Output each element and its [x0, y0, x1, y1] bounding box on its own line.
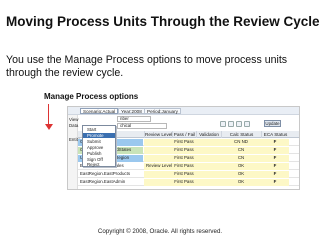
callout-arrow: [44, 124, 53, 130]
row-validation: [196, 155, 221, 162]
row-review-level: [144, 147, 172, 154]
toolbar-icon-2[interactable]: [228, 121, 234, 127]
row-validation: [196, 147, 221, 154]
row-calc-status: OK: [221, 163, 261, 170]
toolbar-icon-1[interactable]: [220, 121, 226, 127]
row-eca-status: F: [261, 179, 289, 186]
row-eca-status: F: [261, 139, 289, 146]
row-eca-status: F: [261, 163, 289, 170]
row-calc-status: CN ND: [221, 139, 261, 146]
row-pass-fail: First Pass: [172, 139, 196, 146]
col-pass-fail[interactable]: Pass / Fail: [172, 131, 196, 138]
col-eca-status[interactable]: ECA Status: [261, 131, 289, 138]
pov-scenario[interactable]: Scenario:Actual: [80, 108, 119, 114]
row-calc-status: CN: [221, 147, 261, 154]
row-eca-status: F: [261, 171, 289, 178]
row-name: EastRegion.EastProducts: [80, 171, 131, 176]
table-row[interactable]: EastRegion.EastProducts First Pass OK F: [78, 171, 299, 178]
member-field[interactable]: nber: [117, 116, 151, 122]
menu-item-submit[interactable]: Submit: [83, 139, 115, 144]
row-pass-fail: First Pass: [172, 171, 196, 178]
row-validation: [196, 171, 221, 178]
row-calc-status: CN: [221, 155, 261, 162]
row-review-level: [144, 155, 172, 162]
menu-item-reject[interactable]: Reject: [83, 162, 115, 167]
pov-year[interactable]: Year:2008: [118, 108, 145, 114]
menu-item-publish[interactable]: Publish: [83, 151, 115, 156]
row-validation: [196, 163, 221, 170]
row-review-level: [144, 179, 172, 186]
row-validation: [196, 139, 221, 146]
update-button[interactable]: Update: [264, 120, 281, 127]
row-pass-fail: First Pass: [172, 147, 196, 154]
manage-process-menu: Start Promote Submit Approve Publish Sig…: [82, 125, 116, 167]
slide-title: Moving Process Units Through the Review …: [6, 14, 320, 29]
side-label-column: View Data Entity: [68, 115, 80, 189]
toolbar-icon-3[interactable]: [236, 121, 242, 127]
row-calc-status: OK: [221, 171, 261, 178]
col-validation[interactable]: Validation: [196, 131, 221, 138]
pov-bar: Scenario:Actual Year:2008 Period:January: [68, 107, 299, 115]
row-eca-status: F: [261, 155, 289, 162]
row-calc-status: OK: [221, 179, 261, 186]
table-row[interactable]: EastRegion.EastAdmin First Pass OK F: [78, 179, 299, 186]
row-review-level: [144, 139, 172, 146]
app-screenshot: Scenario:Actual Year:2008 Period:January…: [67, 106, 300, 190]
menu-item-promote[interactable]: Promote: [83, 133, 115, 138]
menu-item-approve[interactable]: Approve: [83, 145, 115, 150]
row-name: EastRegion.EastAdmin: [80, 179, 126, 184]
row-pass-fail: First Pass: [172, 179, 196, 186]
col-review-level[interactable]: Review Level: [144, 131, 172, 138]
menu-item-start[interactable]: Start: [83, 127, 115, 132]
toolbar-icon-4[interactable]: [244, 121, 250, 127]
callout-label: Manage Process options: [44, 92, 139, 101]
row-eca-status: F: [261, 147, 289, 154]
row-validation: [196, 179, 221, 186]
row-pass-fail: First Pass: [172, 155, 196, 162]
intro-text: You use the Manage Process options to mo…: [6, 54, 288, 79]
pov-period[interactable]: Period:January: [144, 108, 181, 114]
side-label-view: View: [69, 117, 79, 122]
row-review-level: Review Level 1: [144, 163, 172, 170]
copyright-text: Copyright © 2008, Oracle. All rights res…: [97, 228, 223, 235]
view-field[interactable]: chical: [117, 123, 167, 129]
callout-line: [48, 104, 49, 126]
col-calc-status[interactable]: Calc Status: [221, 131, 261, 138]
row-review-level: [144, 171, 172, 178]
row-pass-fail: First Pass: [172, 163, 196, 170]
side-label-data: Data: [69, 123, 79, 128]
